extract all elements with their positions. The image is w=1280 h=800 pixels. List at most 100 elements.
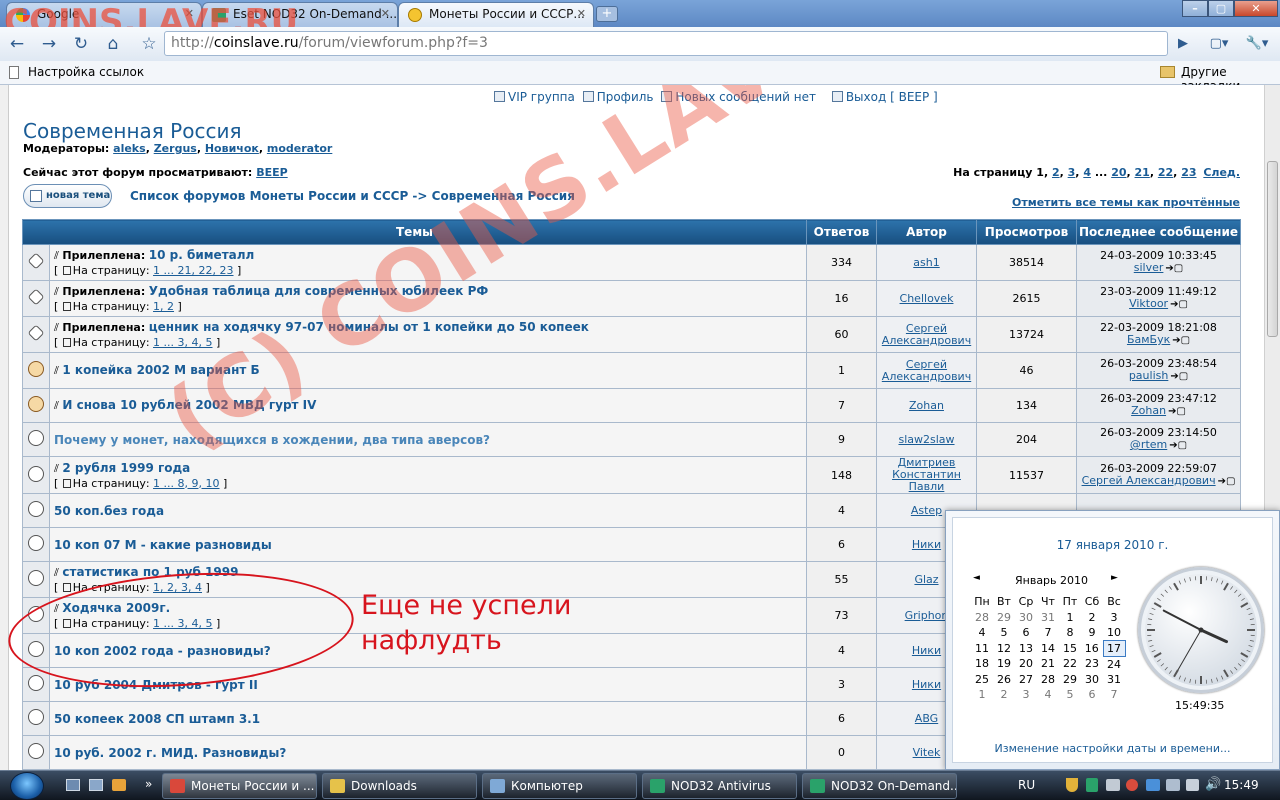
calendar-day[interactable]: 28 — [971, 610, 993, 626]
calendar-day[interactable]: 31 — [1103, 672, 1125, 688]
last-post-user-link[interactable]: silver — [1134, 261, 1164, 274]
calendar-day[interactable]: 13 — [1015, 641, 1037, 657]
topic-title-link[interactable]: Почему у монет, находящихся в хождении, … — [54, 433, 490, 447]
calendar-day[interactable]: 27 — [1015, 672, 1037, 688]
calendar-day[interactable]: 1 — [971, 687, 993, 703]
author-link[interactable]: Astep — [911, 504, 942, 517]
author-link[interactable]: Chellovek — [900, 292, 954, 305]
author-link[interactable]: ash1 — [913, 256, 939, 269]
calendar-day[interactable]: 18 — [971, 656, 993, 672]
topic-title-link[interactable]: статистика по 1 руб 1999 — [62, 565, 238, 579]
start-button[interactable] — [10, 772, 44, 800]
forward-button[interactable]: → — [36, 31, 62, 57]
calendar-day[interactable]: 2 — [993, 687, 1015, 703]
prev-month-button[interactable]: ◄ — [973, 573, 980, 583]
go-button[interactable]: ▶ — [1170, 31, 1196, 57]
topic-page-links[interactable]: 1 ... 8, 9, 10 — [153, 477, 219, 490]
topic-title-link[interactable]: Ходячка 2009г. — [62, 601, 170, 615]
home-button[interactable]: ⌂ — [100, 31, 126, 57]
author-link[interactable]: Vitek — [913, 746, 941, 759]
new-posts-link[interactable]: Новых сообщений нет — [675, 90, 816, 104]
go-to-post-icon[interactable]: ➔▢ — [1165, 263, 1183, 275]
calendar-day[interactable]: 4 — [1037, 687, 1059, 703]
calendar-day[interactable]: 5 — [1059, 687, 1081, 703]
calendar-day[interactable]: 7 — [1103, 687, 1125, 703]
topic-title-link[interactable]: ценник на ходячку 97-07 номиналы от 1 ко… — [149, 320, 589, 334]
close-icon[interactable]: ✕ — [577, 7, 586, 20]
calendar-day[interactable]: 11 — [971, 641, 993, 657]
taskbar-clock[interactable]: 15:49 — [1224, 778, 1259, 792]
page-menu-button[interactable]: ▢▾ — [1204, 31, 1234, 57]
topic-title-link[interactable]: Удобная таблица для современных юбилеек … — [149, 284, 489, 298]
calendar-day[interactable]: 29 — [1059, 672, 1081, 688]
tools-menu-button[interactable]: 🔧▾ — [1240, 31, 1274, 57]
logout-link[interactable]: Выход [ BEEP ] — [846, 90, 938, 104]
calendar-day[interactable]: 3 — [1015, 687, 1037, 703]
taskbar-item[interactable]: NOD32 Antivirus — [642, 773, 797, 799]
topic-title-link[interactable]: 50 коп.без года — [54, 504, 164, 518]
calendar-day[interactable]: 12 — [993, 641, 1015, 657]
moderator-link[interactable]: aleks — [113, 142, 146, 155]
minimize-button[interactable]: – — [1182, 0, 1208, 17]
show-desktop-icon[interactable] — [66, 779, 80, 791]
last-post-user-link[interactable]: БамБук — [1127, 333, 1170, 346]
author-link[interactable]: Ники — [912, 678, 941, 691]
bookmark-star-icon[interactable]: ☆ — [136, 31, 162, 57]
taskbar-item[interactable]: Компьютер — [482, 773, 637, 799]
page-title[interactable]: Современная Россия — [23, 119, 242, 143]
calendar-day[interactable]: 7 — [1037, 625, 1059, 641]
go-to-post-icon[interactable]: ➔▢ — [1172, 335, 1190, 347]
calendar-day[interactable]: 16 — [1081, 641, 1103, 657]
page-link[interactable]: 4 — [1083, 166, 1091, 179]
topic-title-link[interactable]: 10 руб 2004 Дмитров - гурт II — [54, 678, 258, 692]
page-link[interactable]: 20 — [1111, 166, 1126, 179]
change-datetime-link[interactable]: Изменение настройки даты и времени... — [953, 742, 1272, 755]
new-topic-button[interactable]: новая тема — [23, 184, 112, 208]
reload-button[interactable]: ↻ — [68, 31, 94, 57]
switch-windows-icon[interactable] — [89, 779, 103, 791]
author-link[interactable]: ABG — [915, 712, 938, 725]
next-page-link[interactable]: След. — [1203, 166, 1240, 179]
page-link[interactable]: 21 — [1135, 166, 1150, 179]
network-icon[interactable] — [1166, 779, 1180, 791]
topic-page-links[interactable]: 1 ... 3, 4, 5 — [153, 617, 212, 630]
calendar-day[interactable]: 15 — [1059, 641, 1081, 657]
author-link[interactable]: Zohan — [909, 399, 944, 412]
moderator-link[interactable]: moderator — [267, 142, 332, 155]
maximize-button[interactable]: ▢ — [1208, 0, 1234, 17]
calendar-day[interactable]: 30 — [1081, 672, 1103, 688]
topic-title-link[interactable]: 2 рубля 1999 года — [62, 461, 190, 475]
go-to-post-icon[interactable]: ➔▢ — [1168, 406, 1186, 418]
calendar-day[interactable]: 10 — [1103, 625, 1125, 641]
calendar-day[interactable]: 8 — [1059, 625, 1081, 641]
taskbar-item[interactable]: NOD32 On-Demand... — [802, 773, 957, 799]
tray-app-icon-blue[interactable] — [1146, 779, 1160, 791]
network-icon-2[interactable] — [1186, 779, 1199, 791]
taskbar-item[interactable]: Downloads — [322, 773, 477, 799]
close-icon[interactable]: ✕ — [381, 7, 390, 20]
tab-coins-forum[interactable]: Монеты России и СССР... ✕ — [398, 2, 594, 27]
tab-eset[interactable]: Eset NOD32 On-Demand ... ✕ — [202, 2, 398, 27]
calendar-day[interactable]: 21 — [1037, 656, 1059, 672]
tab-google[interactable]: Google ✕ — [6, 2, 202, 27]
calendar-month[interactable]: Январь 2010 — [1015, 574, 1088, 587]
tray-app-icon-red[interactable] — [1126, 779, 1138, 791]
media-player-icon[interactable] — [112, 779, 126, 791]
page-link[interactable]: 22 — [1158, 166, 1173, 179]
new-tab-button[interactable]: + — [596, 6, 618, 22]
scrollbar-thumb[interactable] — [1267, 161, 1278, 337]
calendar-day[interactable]: 6 — [1081, 687, 1103, 703]
author-link[interactable]: Дмитриев Константин Павли — [892, 456, 961, 493]
author-link[interactable]: Glaz — [914, 573, 938, 586]
calendar-day[interactable]: 26 — [993, 672, 1015, 688]
author-link[interactable]: slaw2slaw — [898, 433, 954, 446]
last-post-user-link[interactable]: paulish — [1129, 369, 1169, 382]
calendar-day[interactable]: 1 — [1059, 610, 1081, 626]
calendar-day[interactable]: 14 — [1037, 641, 1059, 657]
page-link[interactable]: 2 — [1052, 166, 1060, 179]
calendar-day[interactable]: 5 — [993, 625, 1015, 641]
next-month-button[interactable]: ► — [1111, 573, 1118, 583]
topic-title-link[interactable]: 10 коп 2002 года - разновиды? — [54, 644, 271, 658]
topic-page-links[interactable]: 1, 2 — [153, 300, 174, 313]
shield-icon[interactable] — [1066, 778, 1078, 792]
